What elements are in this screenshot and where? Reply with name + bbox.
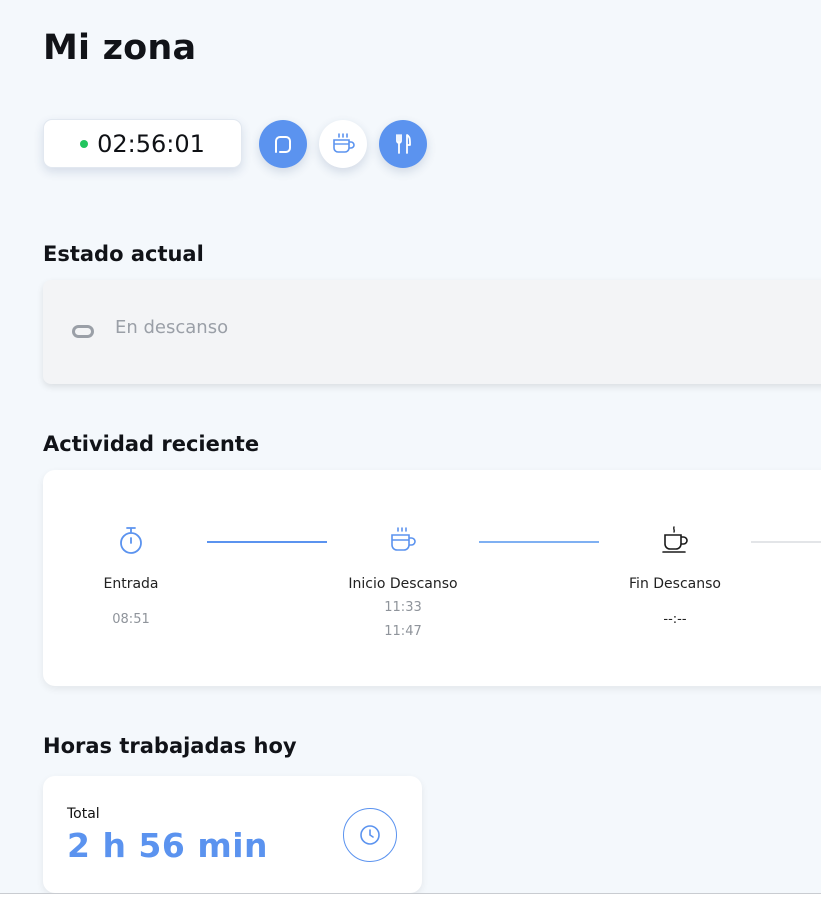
coffee-cup-icon [391,527,416,551]
hours-total-value: 2 h 56 min [67,826,269,865]
recent-activity-card: Entrada 08:51 Inicio Descanso 11:33 11:4… [43,470,821,686]
hours-total-caption: Total [67,806,100,822]
timeline-connector [207,541,327,543]
window-bottom-strip [0,894,821,898]
activity-step-time: 11:33 [384,600,422,615]
clock-icon [343,808,397,862]
activity-step-label: Entrada [103,576,159,592]
activity-step-time: 08:51 [112,612,150,627]
coffee-cup-outline-icon [662,526,688,553]
current-state-label: En descanso [115,317,229,338]
pause-pill-icon [72,325,94,338]
stopwatch-icon [120,527,142,554]
current-state-card: En descanso [43,280,821,384]
status-dot [80,139,89,148]
timeline-connector [751,541,821,543]
current-state-title: Estado actual [43,242,204,266]
page-title: Mi zona [43,28,197,68]
hours-worked-card: Total 2 h 56 min [43,776,422,893]
stop-work-button[interactable] [259,120,307,168]
page-root: Mi zona 02:56:01 Estado actual En descan… [0,0,821,898]
activity-step-label: Fin Descanso [629,576,721,592]
coffee-cup-icon [333,133,355,153]
activity-step-time: --:-- [663,612,687,627]
lunch-button[interactable] [379,120,427,168]
clock-glyph [360,825,380,845]
fork-knife-icon [396,134,411,154]
hours-worked-title: Horas trabajadas hoy [43,734,297,758]
timer-value: 02:56:01 [97,129,205,158]
rounded-square-icon [275,136,291,153]
activity-step-label: Inicio Descanso [348,576,458,592]
activity-step-time: 11:47 [384,624,422,639]
recent-activity-title: Actividad reciente [43,432,260,456]
break-button[interactable] [319,120,367,168]
work-timer: 02:56:01 [43,119,242,168]
timeline-connector [479,541,599,543]
